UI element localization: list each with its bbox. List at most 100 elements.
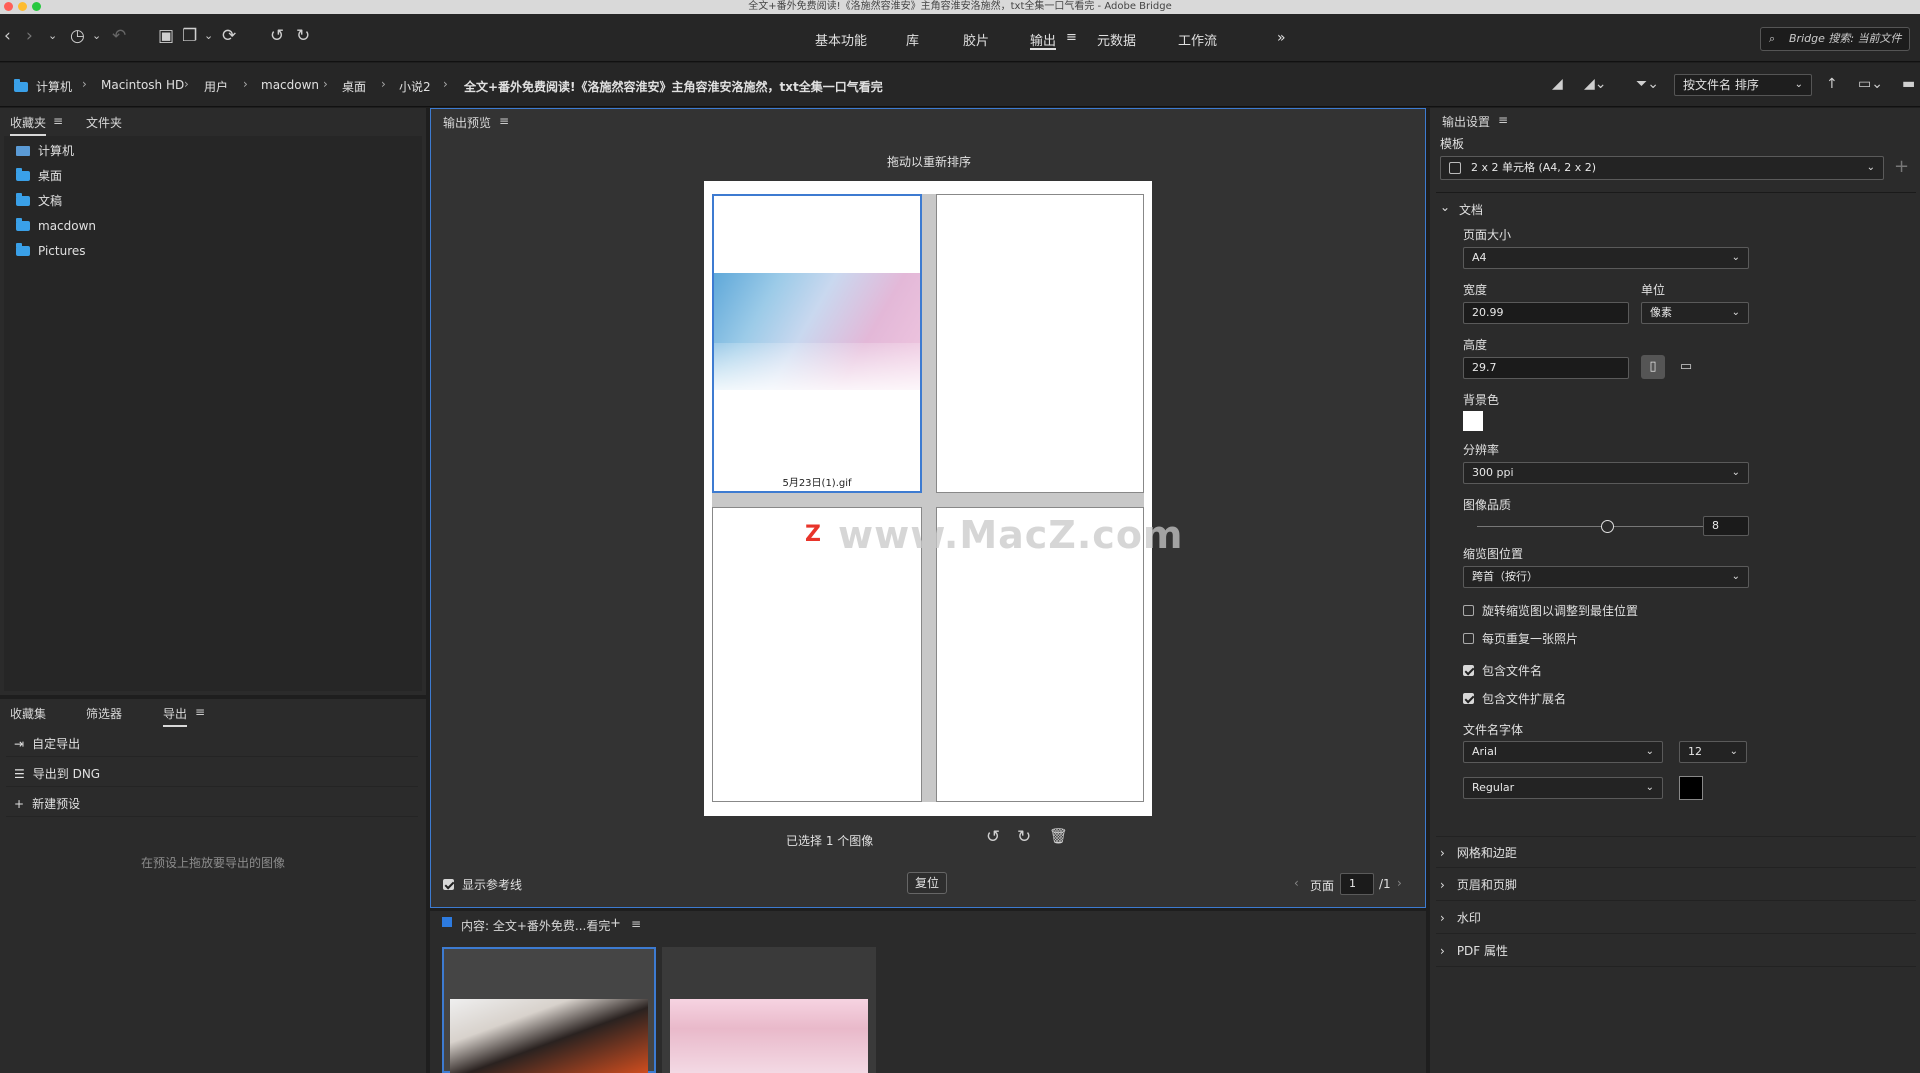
- favorite-computer[interactable]: 计算机: [16, 142, 74, 160]
- chevron-down-icon[interactable]: ⌄: [48, 25, 57, 47]
- landscape-orientation-icon[interactable]: ▭: [1674, 355, 1698, 379]
- workspace-tab-5[interactable]: 工作流: [1178, 30, 1217, 50]
- reset-button[interactable]: 复位: [907, 872, 947, 894]
- breadcrumb-users[interactable]: 用户: [204, 78, 228, 95]
- prev-page-icon[interactable]: ‹: [1294, 876, 1299, 890]
- sort-select[interactable]: 按文件名 排序 ⌄: [1674, 74, 1812, 96]
- chevron-down-icon[interactable]: ⌄: [204, 25, 213, 47]
- cell-2[interactable]: [936, 194, 1144, 493]
- quality-slider-thumb[interactable]: [1601, 520, 1614, 533]
- height-input[interactable]: 29.7: [1463, 357, 1629, 379]
- trash-icon[interactable]: 🗑: [1049, 827, 1068, 845]
- new-folder-icon[interactable]: ▬: [1902, 73, 1915, 95]
- next-page-icon[interactable]: ›: [1397, 876, 1402, 890]
- panel-menu-icon[interactable]: ≡: [53, 114, 63, 128]
- chevron-down-icon[interactable]: ⌄: [92, 25, 101, 47]
- width-input[interactable]: 20.99: [1463, 302, 1629, 324]
- breadcrumb-macdown[interactable]: macdown: [261, 78, 319, 92]
- custom-export-item[interactable]: ⇥ 自定导出: [6, 731, 418, 757]
- content-thumbnail-2[interactable]: [662, 947, 876, 1073]
- portrait-orientation-icon[interactable]: ▯: [1641, 355, 1665, 379]
- close-window-button[interactable]: [4, 2, 13, 11]
- favorite-documents[interactable]: 文稿: [16, 192, 62, 210]
- favorite-pictures[interactable]: Pictures: [16, 242, 86, 260]
- rotate-right-icon[interactable]: ↻: [296, 25, 310, 47]
- recent-icon[interactable]: ◷: [70, 25, 85, 47]
- tab-folders[interactable]: 文件夹: [86, 114, 122, 131]
- tab-collections[interactable]: 收藏集: [10, 705, 46, 722]
- font-color-swatch[interactable]: [1679, 776, 1703, 800]
- document-section-label[interactable]: 文档: [1459, 201, 1483, 218]
- page-number-input[interactable]: 1: [1340, 873, 1374, 895]
- breadcrumb-current-folder[interactable]: 全文+番外免费阅读!《洛施然容淮安》主角容淮安洛施然，txt全集一口气看完: [464, 78, 883, 95]
- content-thumbnail-1[interactable]: [442, 947, 656, 1073]
- panel-menu-icon[interactable]: ≡: [631, 917, 641, 931]
- zoom-window-button[interactable]: [32, 2, 41, 11]
- refine-icon[interactable]: ⟳: [222, 25, 236, 47]
- search-input[interactable]: ⌕ Bridge 搜索: 当前文件: [1760, 27, 1910, 51]
- add-template-icon[interactable]: +: [1894, 156, 1909, 177]
- rotate-thumbnail-checkbox[interactable]: 旋转缩览图以调整到最佳位置: [1463, 602, 1638, 619]
- thumbnail-position-label: 缩览图位置: [1463, 547, 1524, 561]
- workspace-tab-0[interactable]: 基本功能: [815, 30, 867, 50]
- font-family-select[interactable]: Arial ⌄: [1463, 741, 1663, 763]
- breadcrumb-macintosh-hd[interactable]: Macintosh HD: [101, 78, 184, 92]
- rotate-left-icon[interactable]: ↺: [270, 25, 284, 47]
- cell-1-selected[interactable]: 5月23日(1).gif: [712, 194, 922, 493]
- favorite-macdown[interactable]: macdown: [16, 217, 96, 235]
- export-dng-item[interactable]: ☰ 导出到 DNG: [6, 761, 418, 787]
- panel-menu-icon[interactable]: ≡: [195, 705, 205, 719]
- include-extension-checkbox[interactable]: 包含文件扩展名: [1463, 690, 1566, 707]
- image-quality-label: 图像品质: [1463, 498, 1512, 512]
- repeat-photo-checkbox[interactable]: 每页重复一张照片: [1463, 630, 1578, 647]
- include-filename-checkbox[interactable]: 包含文件名: [1463, 662, 1542, 679]
- workspace-tab-4[interactable]: 元数据: [1097, 30, 1136, 50]
- breadcrumb-desktop[interactable]: 桌面: [342, 78, 366, 95]
- camera-icon[interactable]: ▣: [158, 25, 174, 47]
- thumbnail-position-select[interactable]: 跨首（按行） ⌄: [1463, 566, 1749, 588]
- quality-input[interactable]: 8: [1703, 516, 1749, 536]
- sort-ascending-icon[interactable]: ↑: [1826, 73, 1838, 95]
- chevron-down-icon[interactable]: ⌄: [1440, 200, 1450, 214]
- background-color-swatch[interactable]: [1463, 411, 1483, 431]
- minimize-window-button[interactable]: [18, 2, 27, 11]
- workspace-menu-icon[interactable]: ≡: [1066, 30, 1077, 50]
- breadcrumb-computer[interactable]: 计算机: [14, 78, 72, 95]
- breadcrumb-novel2[interactable]: 小说2: [399, 78, 431, 95]
- chevron-down-icon: ⌄: [1645, 746, 1654, 757]
- panel-menu-icon[interactable]: ≡: [1498, 113, 1508, 127]
- section-grid-margins[interactable]: › 网格和边距: [1436, 836, 1916, 868]
- section-pdf-properties[interactable]: › PDF 属性: [1436, 935, 1916, 967]
- back-icon[interactable]: ‹: [4, 25, 11, 47]
- add-collection-button[interactable]: +: [610, 916, 621, 931]
- rotate-left-icon[interactable]: ↺: [986, 827, 1000, 847]
- workspace-tab-3[interactable]: 输出: [1030, 30, 1057, 50]
- tab-favorites[interactable]: 收藏夹: [10, 114, 47, 136]
- rotate-right-icon[interactable]: ↻: [1017, 827, 1031, 847]
- font-style-select[interactable]: Regular ⌄: [1463, 777, 1663, 799]
- rating-filter-icon[interactable]: ◢⌄: [1584, 73, 1607, 95]
- return-icon[interactable]: ↶: [112, 25, 126, 47]
- quality-icon[interactable]: ◢: [1552, 73, 1563, 95]
- font-size-select[interactable]: 12 ⌄: [1679, 741, 1747, 763]
- quality-slider-track[interactable]: [1477, 526, 1713, 527]
- tab-filter[interactable]: 筛选器: [86, 705, 122, 722]
- new-preset-item[interactable]: + 新建预设: [6, 791, 418, 817]
- resolution-select[interactable]: 300 ppi ⌄: [1463, 462, 1749, 484]
- show-guides-checkbox[interactable]: 显示参考线: [443, 876, 522, 893]
- copy-icon[interactable]: ❐: [182, 25, 197, 47]
- page-size-select[interactable]: A4 ⌄: [1463, 247, 1749, 269]
- workspace-tab-1[interactable]: 库: [906, 30, 919, 50]
- favorite-desktop[interactable]: 桌面: [16, 167, 62, 185]
- workspace-tab-2[interactable]: 胶片: [963, 30, 989, 50]
- forward-icon[interactable]: ›: [26, 25, 33, 47]
- section-header-footer[interactable]: › 页眉和页脚: [1436, 869, 1916, 901]
- panel-menu-icon[interactable]: ≡: [499, 114, 509, 128]
- section-watermark[interactable]: › 水印: [1436, 902, 1916, 934]
- filter-icon[interactable]: ⏷⌄: [1636, 73, 1659, 95]
- unit-select[interactable]: 像素 ⌄: [1641, 302, 1749, 324]
- more-workspaces-button[interactable]: »: [1277, 30, 1286, 50]
- template-select[interactable]: 2 x 2 单元格 (A4, 2 x 2) ⌄: [1440, 156, 1884, 180]
- open-recent-folder-icon[interactable]: ▭⌄: [1858, 73, 1883, 95]
- tab-export[interactable]: 导出: [163, 705, 188, 727]
